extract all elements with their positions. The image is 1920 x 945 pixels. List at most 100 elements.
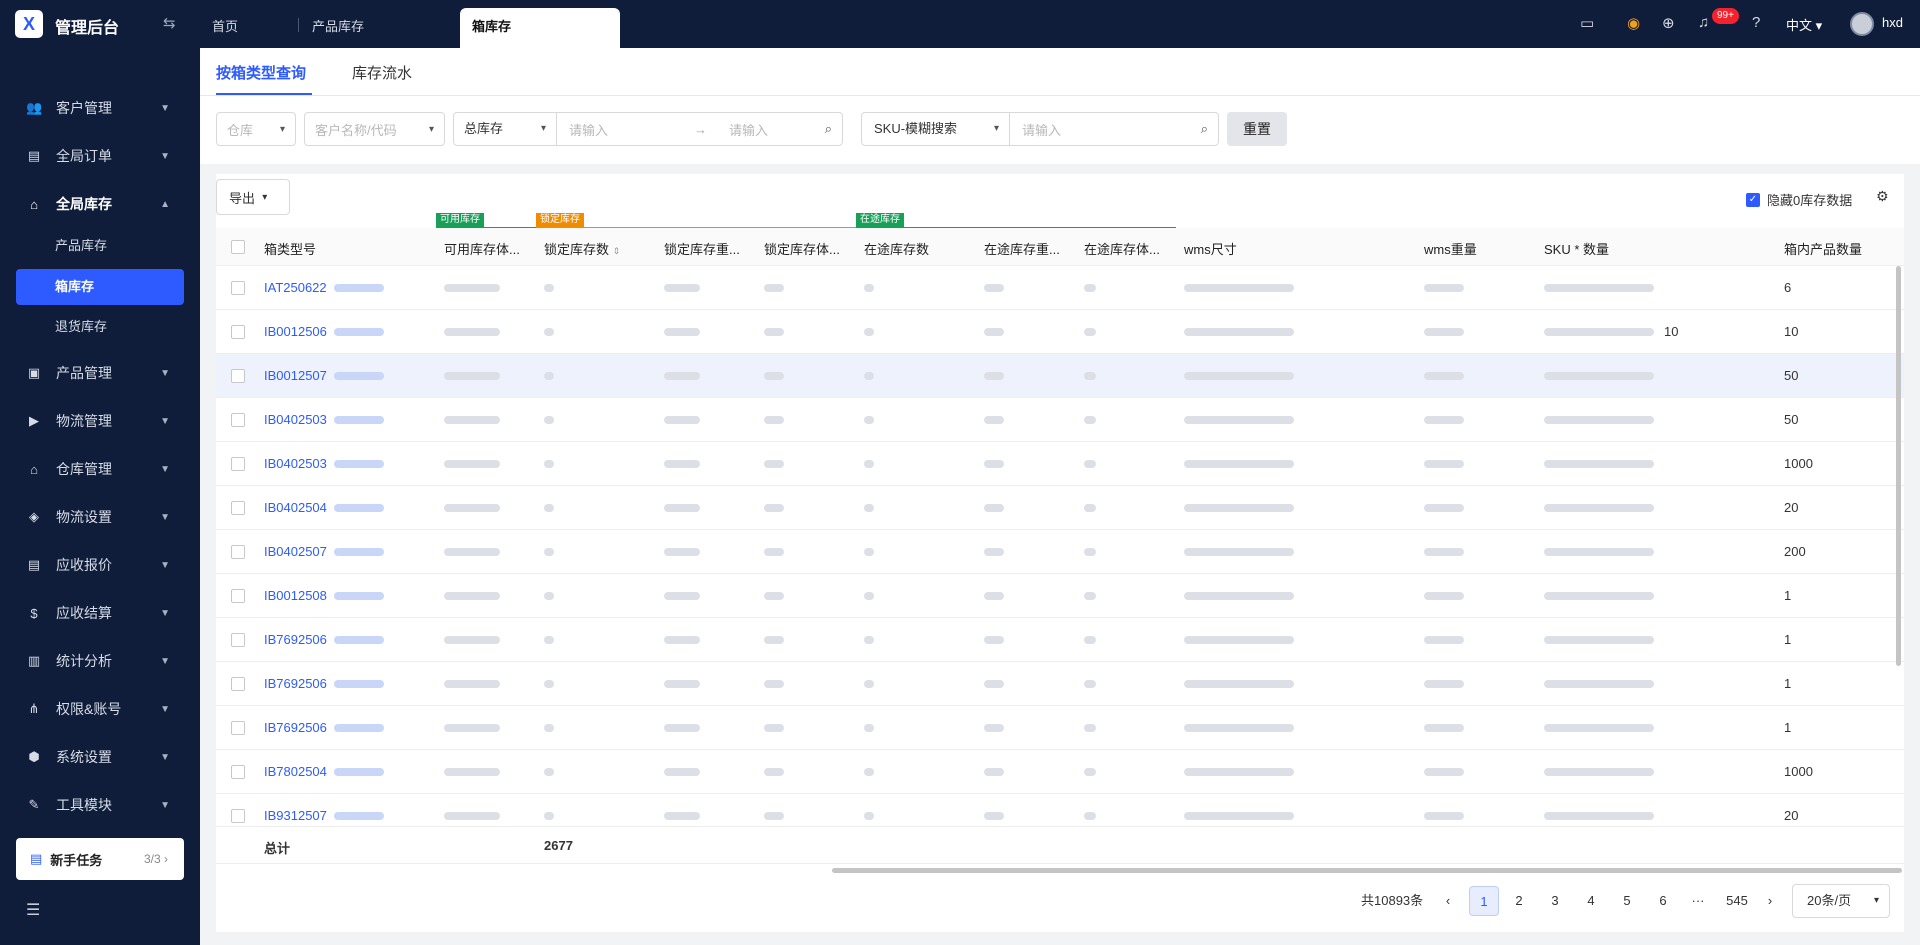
table-row[interactable]: IB0012508 1 [216,574,1904,618]
row-checkbox[interactable] [231,721,245,735]
page-ellipsis[interactable]: ··· [1683,886,1713,916]
sidebar-item-customers[interactable]: 👥 客户管理 ▼ [0,88,200,128]
search-icon[interactable]: ⌕ [1201,121,1208,137]
next-page-icon[interactable]: › [1755,886,1785,916]
row-checkbox[interactable] [231,589,245,603]
sidebar-item-logistics[interactable]: ▶ 物流管理 ▼ [0,401,200,441]
sidebar-item-settlement[interactable]: $ 应收结算 ▼ [0,593,200,633]
vertical-scroll-thumb[interactable] [1896,266,1901,666]
row-checkbox[interactable] [231,633,245,647]
box-type-link[interactable]: IB0402503 [264,456,327,471]
box-type-link[interactable]: IB7692506 [264,720,327,735]
subtab-inventory-flow[interactable]: 库存流水 [352,62,412,83]
page-button[interactable]: 4 [1576,886,1606,916]
box-type-link[interactable]: IB0402504 [264,500,327,515]
col-locked-count[interactable]: 锁定库存数 ⇕ [544,239,620,258]
row-checkbox[interactable] [231,325,245,339]
sidebar-item-inventory[interactable]: ⌂ 全局库存 ▲ [0,184,200,224]
page-button[interactable]: 2 [1504,886,1534,916]
row-checkbox[interactable] [231,457,245,471]
table-row[interactable]: IB7692506 1 [216,618,1904,662]
swap-icon[interactable]: ⇆ [163,14,176,32]
newbie-tasks-button[interactable]: ▤ 新手任务 3/3 › [16,838,184,880]
box-type-link[interactable]: IB7692506 [264,676,327,691]
sidebar-item-analytics[interactable]: ▥ 统计分析 ▼ [0,641,200,681]
customer-select[interactable]: 客户名称/代码 ▾ [304,112,445,146]
table-row[interactable]: IB0402504 20 [216,486,1904,530]
tab-home[interactable]: 首页 [200,8,250,48]
sidebar-item-products[interactable]: ▣ 产品管理 ▼ [0,353,200,393]
page-button[interactable]: 5 [1612,886,1642,916]
reset-button[interactable]: 重置 [1227,112,1287,146]
range-from-input[interactable]: 请输入 [569,120,608,139]
box-type-link[interactable]: IB0402503 [264,412,327,427]
prev-page-icon[interactable]: ‹ [1433,886,1463,916]
horizontal-scrollbar[interactable] [216,866,1904,874]
sidebar-item-tools[interactable]: ✎ 工具模块 ▼ [0,785,200,825]
avatar[interactable] [1850,12,1874,36]
help-icon[interactable]: ? [1752,14,1760,31]
page-button-last[interactable]: 545 [1719,886,1755,916]
sidebar-item-warehouse[interactable]: ⌂ 仓库管理 ▼ [0,449,200,489]
export-button[interactable]: 导出 ▾ [216,179,290,215]
box-type-link[interactable]: IAT250622 [264,280,327,295]
row-checkbox[interactable] [231,765,245,779]
page-button[interactable]: 6 [1648,886,1678,916]
sku-mode-select[interactable]: SKU-模糊搜索 ▾ [862,113,1010,145]
box-type-link[interactable]: IB9312507 [264,808,327,823]
page-button[interactable]: 1 [1469,886,1499,916]
download-icon[interactable]: ⊕ [1662,14,1675,32]
tab-box-inventory[interactable]: 箱库存 [460,8,620,48]
table-row[interactable]: IB7692506 1 [216,662,1904,706]
sidebar-subitem-product-inventory[interactable]: 产品库存 [16,228,184,264]
subtab-by-box-type[interactable]: 按箱类型查询 [216,62,306,83]
box-type-link[interactable]: IB7692506 [264,632,327,647]
warehouse-select[interactable]: 仓库 ▾ [216,112,296,146]
sidebar-item-system-settings[interactable]: ⬢ 系统设置 ▼ [0,737,200,777]
row-checkbox[interactable] [231,413,245,427]
horizontal-scroll-thumb[interactable] [832,868,1902,873]
page-button[interactable]: 3 [1540,886,1570,916]
table-row[interactable]: IB0402503 50 [216,398,1904,442]
sidebar-subitem-box-inventory[interactable]: 箱库存 [16,269,184,305]
table-row[interactable]: IAT250622 6 [216,266,1904,310]
sku-search-input[interactable]: 请输入 [1022,120,1061,139]
table-row[interactable]: IB0012507 50 [216,354,1904,398]
table-row[interactable]: IB0402503 1000 [216,442,1904,486]
menu-collapse-icon[interactable]: ☰ [26,900,40,920]
table-row[interactable]: IB0012506 10 10 [216,310,1904,354]
row-checkbox[interactable] [231,677,245,691]
sidebar-item-logistics-settings[interactable]: ◈ 物流设置 ▼ [0,497,200,537]
row-checkbox[interactable] [231,369,245,383]
row-checkbox[interactable] [231,545,245,559]
sidebar-item-quotes[interactable]: ▤ 应收报价 ▼ [0,545,200,585]
row-checkbox[interactable] [231,501,245,515]
box-type-link[interactable]: IB0402507 [264,544,327,559]
row-checkbox[interactable] [231,809,245,823]
user-name[interactable]: hxd [1882,15,1903,30]
row-checkbox[interactable] [231,281,245,295]
search-icon[interactable]: ⌕ [825,121,832,137]
hide-zero-checkbox[interactable]: ✓ 隐藏0库存数据 [1746,190,1852,209]
sidebar-item-orders[interactable]: ▤ 全局订单 ▼ [0,136,200,176]
language-select[interactable]: 中文 ▾ [1786,15,1822,34]
tab-product-inventory[interactable]: 产品库存 [300,8,376,48]
sidebar-item-permissions[interactable]: ⋔ 权限&账号 ▼ [0,689,200,729]
column-settings-icon[interactable]: ⚙ [1876,188,1889,205]
robot-icon[interactable]: ◉ [1627,14,1640,32]
box-type-link[interactable]: IB0012508 [264,588,327,603]
table-row[interactable]: IB7692506 1 [216,706,1904,750]
vertical-scrollbar[interactable] [1896,266,1902,826]
box-type-link[interactable]: IB0012506 [264,324,327,339]
range-to-input[interactable]: 请输入 [729,120,768,139]
page-size-select[interactable]: 20条/页 ▾ [1792,884,1890,918]
stock-type-select[interactable]: 总库存 ▾ [454,113,557,145]
bell-icon[interactable]: ♫ [1698,14,1709,31]
box-type-link[interactable]: IB7802504 [264,764,327,779]
table-row[interactable]: IB7802504 1000 [216,750,1904,794]
table-row[interactable]: IB0402507 200 [216,530,1904,574]
select-all-checkbox[interactable] [231,240,245,254]
box-type-link[interactable]: IB0012507 [264,368,327,383]
inbox-icon[interactable]: ▭ [1580,14,1594,32]
sidebar-subitem-return-inventory[interactable]: 退货库存 [16,309,184,345]
